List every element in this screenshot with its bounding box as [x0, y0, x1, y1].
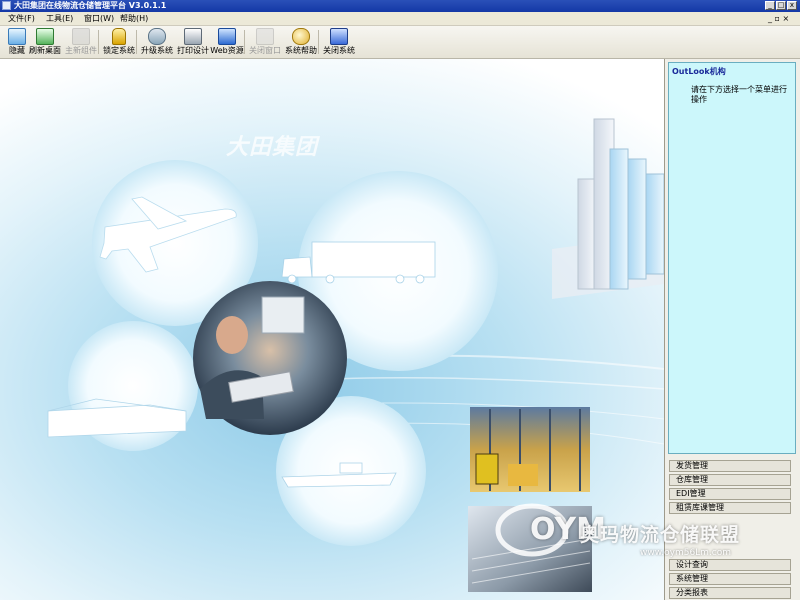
outlook-title: OutLook机构: [672, 67, 726, 76]
shutdown-icon: [330, 28, 348, 45]
company-logo: 大田集团: [226, 135, 319, 160]
close-window-button[interactable]: 关闭窗口: [248, 28, 282, 56]
app-icon: [2, 1, 11, 10]
nav-system-management[interactable]: 系统管理: [669, 573, 791, 585]
title-bar: 大田集团在线物流仓储管理平台 V3.0.1.1 _ □ x: [0, 0, 800, 12]
component-icon: [72, 28, 90, 45]
nav-design-query[interactable]: 设计查询: [669, 559, 791, 571]
outlook-pane: OutLook机构 请在下方选择一个菜单进行操作: [668, 62, 796, 454]
hide-icon: [8, 28, 26, 45]
mdi-controls[interactable]: _ ▫ ×: [768, 13, 789, 24]
nav-category-reports[interactable]: 分类报表: [669, 587, 791, 599]
refresh-desktop-icon: [36, 28, 54, 45]
toolbar: 隐藏 刷新桌面 主新组件 锁定系统 升级系统 打印设计 Web资源 关闭窗口 系…: [0, 26, 800, 59]
nav-edi-management[interactable]: EDI管理: [669, 488, 791, 500]
printer-icon: [184, 28, 202, 45]
watermark-name: 奥玛物流仓储联盟: [580, 524, 741, 546]
menu-file[interactable]: 文件(F): [8, 12, 35, 25]
web-resource-button[interactable]: Web资源: [210, 28, 244, 56]
help-icon: [292, 28, 310, 45]
system-help-button[interactable]: 系统帮助: [284, 28, 318, 56]
close-window-icon: [256, 28, 274, 45]
upgrade-icon: [148, 28, 166, 45]
maximize-button[interactable]: □: [776, 1, 786, 10]
lock-icon: [112, 28, 126, 45]
warehouse-photo: [470, 407, 590, 492]
close-button[interactable]: x: [787, 1, 797, 10]
bar-chart-art: [552, 118, 664, 299]
lock-system-button[interactable]: 锁定系统: [102, 28, 136, 56]
minimize-button[interactable]: _: [765, 1, 775, 10]
menu-window[interactable]: 窗口(W): [84, 12, 114, 25]
menu-help[interactable]: 帮助(H): [120, 12, 148, 25]
shutdown-system-button[interactable]: 关闭系统: [322, 28, 356, 56]
new-component-button[interactable]: 主新组件: [64, 28, 98, 56]
upgrade-system-button[interactable]: 升级系统: [140, 28, 174, 56]
outlook-hint: 请在下方选择一个菜单进行操作: [691, 85, 787, 104]
nav-warehouse-management[interactable]: 仓库管理: [669, 474, 791, 486]
menu-bar: 文件(F) 工具(E) 窗口(W) 帮助(H) _ ▫ ×: [0, 12, 800, 26]
refresh-desktop-button[interactable]: 刷新桌面: [28, 28, 62, 56]
nav-lease-management[interactable]: 租赁库课管理: [669, 502, 791, 514]
window-title: 大田集团在线物流仓储管理平台 V3.0.1.1: [14, 1, 167, 10]
outlook-panel: OutLook机构 请在下方选择一个菜单进行操作 发货管理 仓库管理 EDI管理…: [664, 59, 800, 600]
menu-tools[interactable]: 工具(E): [46, 12, 73, 25]
web-resource-icon: [218, 28, 236, 45]
watermark-url: www.oym56Lm.com: [640, 548, 732, 558]
nav-shipping-management[interactable]: 发货管理: [669, 460, 791, 472]
